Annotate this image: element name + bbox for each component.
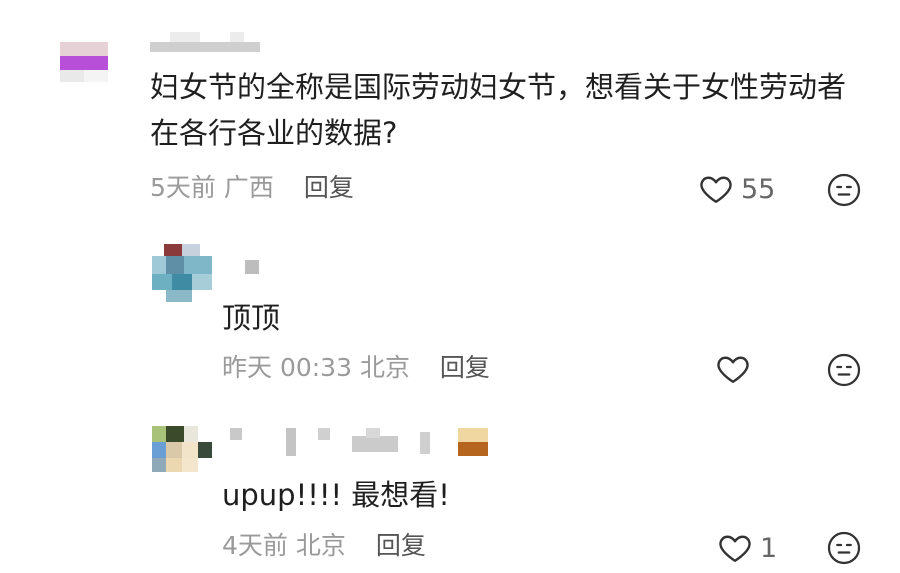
reply-button[interactable]: 回复 bbox=[376, 531, 426, 560]
username[interactable] bbox=[150, 32, 260, 54]
heart-outline-icon bbox=[719, 535, 751, 562]
reply-meta: 昨天 00:33 北京 回复 bbox=[222, 353, 490, 383]
reply-time: 4天前 bbox=[222, 531, 288, 560]
username[interactable] bbox=[245, 260, 259, 274]
reply-button[interactable]: 回复 bbox=[304, 173, 354, 202]
comment-location: 广西 bbox=[223, 173, 274, 202]
comment-meta: 5天前 广西 回复 bbox=[150, 173, 354, 203]
heart-outline-icon bbox=[717, 356, 749, 383]
reply-text: upup!!!! 最想看! bbox=[222, 478, 450, 512]
reply-meta: 4天前 北京 回复 bbox=[222, 531, 426, 561]
reply-time: 昨天 00:33 bbox=[222, 353, 352, 382]
neutral-face-icon[interactable] bbox=[826, 530, 862, 566]
comment-text: 妇女节的全称是国际劳动妇女节，想看关于女性劳动者在各行各业的数据? bbox=[150, 70, 847, 150]
username[interactable] bbox=[230, 428, 490, 458]
neutral-face-icon[interactable] bbox=[826, 172, 862, 208]
avatar[interactable] bbox=[60, 42, 108, 90]
neutral-face-icon[interactable] bbox=[826, 352, 862, 388]
like-button[interactable]: 1 bbox=[716, 530, 777, 566]
reply-location: 北京 bbox=[359, 353, 410, 382]
reply-text: 顶顶 bbox=[222, 301, 281, 335]
reply-button[interactable]: 回复 bbox=[440, 353, 490, 382]
heart-outline-icon bbox=[700, 176, 732, 203]
like-count: 1 bbox=[760, 532, 778, 564]
like-button[interactable]: 55 bbox=[697, 171, 775, 207]
like-button[interactable] bbox=[714, 351, 752, 387]
reply-location: 北京 bbox=[295, 531, 346, 560]
like-count: 55 bbox=[741, 173, 776, 205]
avatar[interactable] bbox=[152, 244, 212, 304]
comment-time: 5天前 bbox=[150, 173, 216, 202]
avatar[interactable] bbox=[152, 426, 214, 474]
